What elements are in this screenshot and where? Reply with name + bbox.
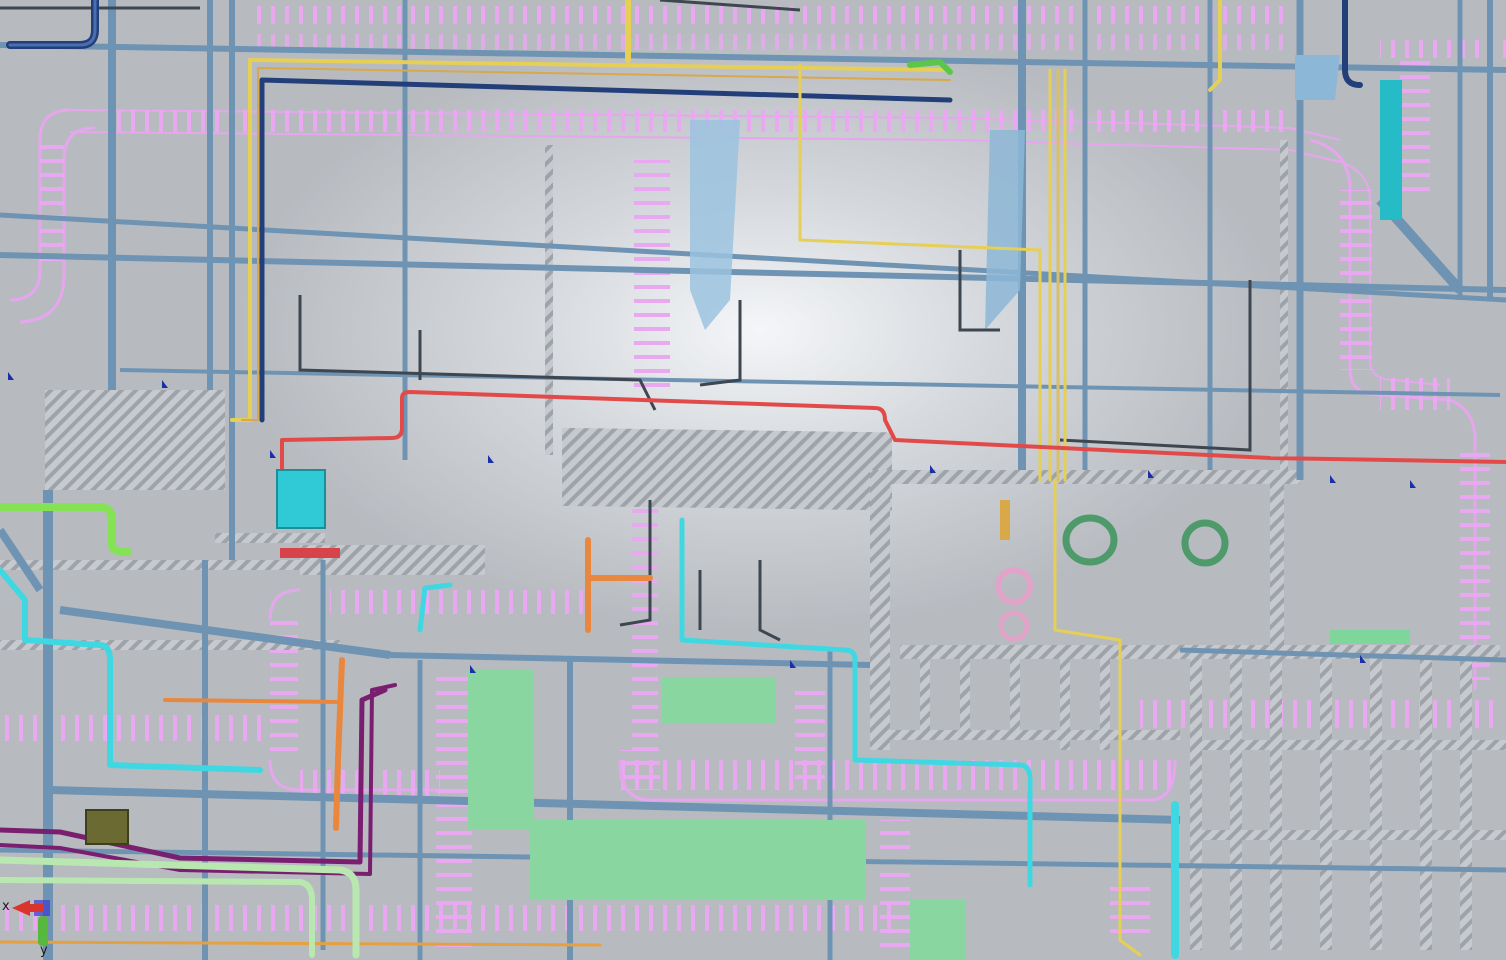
axis-x-label: x: [2, 899, 10, 914]
3d-viewport[interactable]: x y: [0, 0, 1506, 960]
green-ring-1: [1062, 514, 1118, 566]
axis-triad: x y: [0, 890, 60, 960]
plant-model-scene[interactable]: [0, 0, 1506, 960]
dark-thin-pipes[interactable]: [0, 0, 1252, 642]
equipment-cyan-box: [276, 469, 326, 529]
cable-tray-top: [69, 6, 1506, 163]
axis-y-label: y: [40, 943, 48, 958]
pipe-green: [0, 503, 132, 556]
pipe-red: [280, 390, 1506, 472]
equipment-green-pad: [468, 670, 534, 830]
green-ring-2: [1181, 519, 1229, 567]
equipment-olive-box: [85, 809, 129, 845]
